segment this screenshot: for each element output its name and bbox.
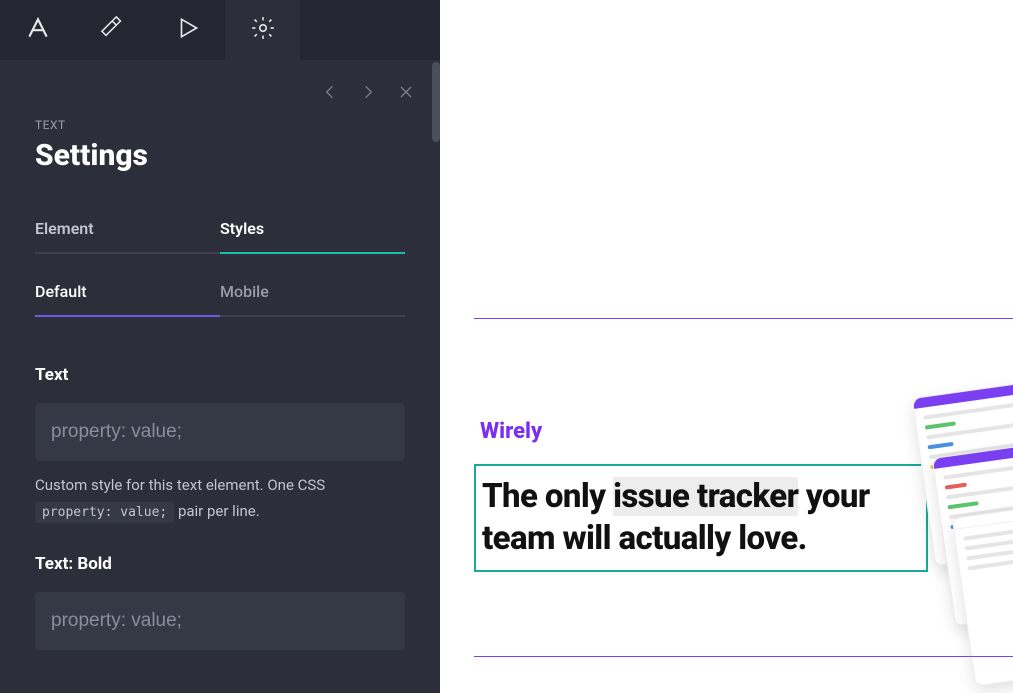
top-tab-bar	[0, 0, 440, 60]
text-a-icon	[25, 15, 51, 45]
placeholder-line	[925, 421, 956, 429]
subtab-mobile[interactable]: Mobile	[220, 282, 405, 317]
text-bold-style-input[interactable]	[35, 592, 405, 650]
placeholder-line	[943, 462, 1013, 480]
section-tabs: Element Styles	[35, 219, 405, 254]
nav-close[interactable]	[396, 82, 416, 106]
chevron-left-icon	[320, 87, 340, 106]
tab-play-tool[interactable]	[150, 0, 225, 60]
tab-settings-tool[interactable]	[225, 0, 300, 60]
nav-next[interactable]	[358, 82, 378, 106]
placeholder-line	[945, 483, 968, 490]
device-mockups	[913, 389, 1013, 609]
preview-canvas: Wirely The only issue tracker your team …	[440, 0, 1013, 693]
panel-body: TEXT Settings Element Styles Default Mob…	[0, 60, 440, 693]
field-label-text-bold: Text: Bold	[35, 554, 405, 574]
gear-icon	[250, 15, 276, 45]
canvas-section-divider	[474, 656, 1013, 657]
chevron-right-icon	[358, 87, 378, 106]
headline-text: The only issue tracker your team will ac…	[482, 476, 920, 560]
subtab-default[interactable]: Default	[35, 282, 220, 317]
panel-nav	[320, 82, 416, 106]
nav-prev[interactable]	[320, 82, 340, 106]
help-post: pair per line.	[174, 502, 259, 520]
placeholder-line	[923, 402, 1013, 420]
text-style-input[interactable]	[35, 403, 405, 461]
selected-text-element[interactable]: The only issue tracker your team will ac…	[474, 464, 928, 572]
placeholder-line	[963, 523, 1013, 541]
tab-element[interactable]: Element	[35, 219, 220, 254]
panel-eyebrow: TEXT	[35, 118, 405, 132]
panel-title: Settings	[35, 138, 405, 173]
tab-text-tool[interactable]	[0, 0, 75, 60]
play-icon	[175, 15, 201, 45]
placeholder-line	[947, 501, 978, 509]
sub-tabs: Default Mobile	[35, 282, 405, 317]
placeholder-line	[927, 442, 953, 450]
close-icon	[396, 87, 416, 106]
help-pre: Custom style for this text element. One …	[35, 476, 325, 494]
canvas-section: Wirely The only issue tracker your team …	[474, 318, 1013, 656]
tab-styles[interactable]: Styles	[220, 219, 405, 254]
field-label-text: Text	[35, 365, 405, 385]
brush-icon	[100, 15, 126, 45]
tab-brush-tool[interactable]	[75, 0, 150, 60]
headline-pre: The only	[482, 477, 613, 516]
settings-panel: TEXT Settings Element Styles Default Mob…	[0, 0, 440, 693]
help-code: property: value;	[35, 502, 174, 523]
text-style-help: Custom style for this text element. One …	[35, 473, 405, 524]
headline-highlight: issue tracker	[613, 477, 798, 516]
